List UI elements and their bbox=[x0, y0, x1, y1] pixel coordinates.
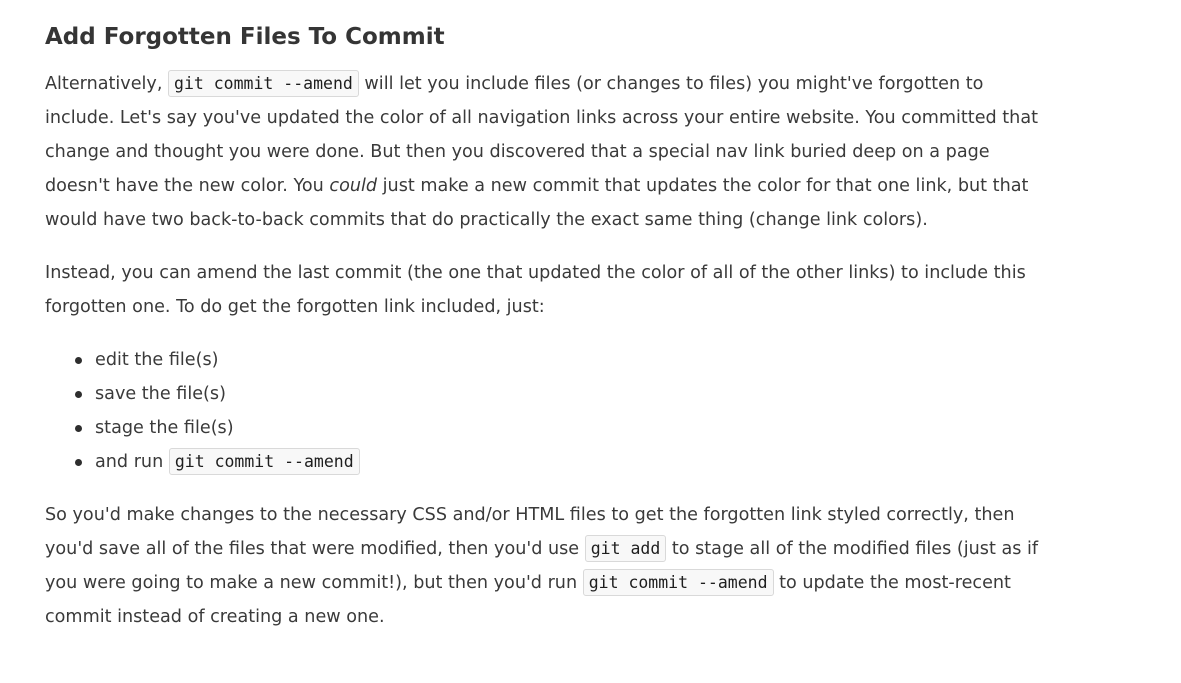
paragraph-instead: Instead, you can amend the last commit (… bbox=[45, 263, 1026, 317]
paragraph-amend-intro: Alternatively, git commit --amend will l… bbox=[45, 67, 1055, 237]
list-item: stage the file(s) bbox=[75, 411, 1055, 445]
list-item: edit the file(s) bbox=[75, 343, 1055, 377]
inline-code-amend: git commit --amend bbox=[582, 569, 774, 596]
paragraph-text: Alternatively, bbox=[45, 74, 169, 94]
list-item-text: and run bbox=[95, 452, 169, 472]
steps-list: edit the file(s) save the file(s) stage … bbox=[45, 343, 1055, 479]
inline-code-amend: git commit --amend bbox=[168, 448, 360, 475]
list-item-text: stage the file(s) bbox=[95, 418, 234, 438]
section-heading: Add Forgotten Files To Commit bbox=[45, 24, 445, 50]
list-item-text: edit the file(s) bbox=[95, 350, 219, 370]
emphasis-could: could bbox=[329, 176, 378, 196]
list-item: save the file(s) bbox=[75, 377, 1055, 411]
inline-code-amend: git commit --amend bbox=[168, 70, 359, 97]
inline-code-git-add: git add bbox=[584, 535, 667, 562]
list-item-text: save the file(s) bbox=[95, 384, 226, 404]
paragraph-workflow: So you'd make changes to the necessary C… bbox=[45, 498, 1055, 634]
article-section: Add Forgotten Files To Commit Alternativ… bbox=[0, 0, 1055, 634]
list-item: and run git commit --amend bbox=[75, 445, 1055, 479]
